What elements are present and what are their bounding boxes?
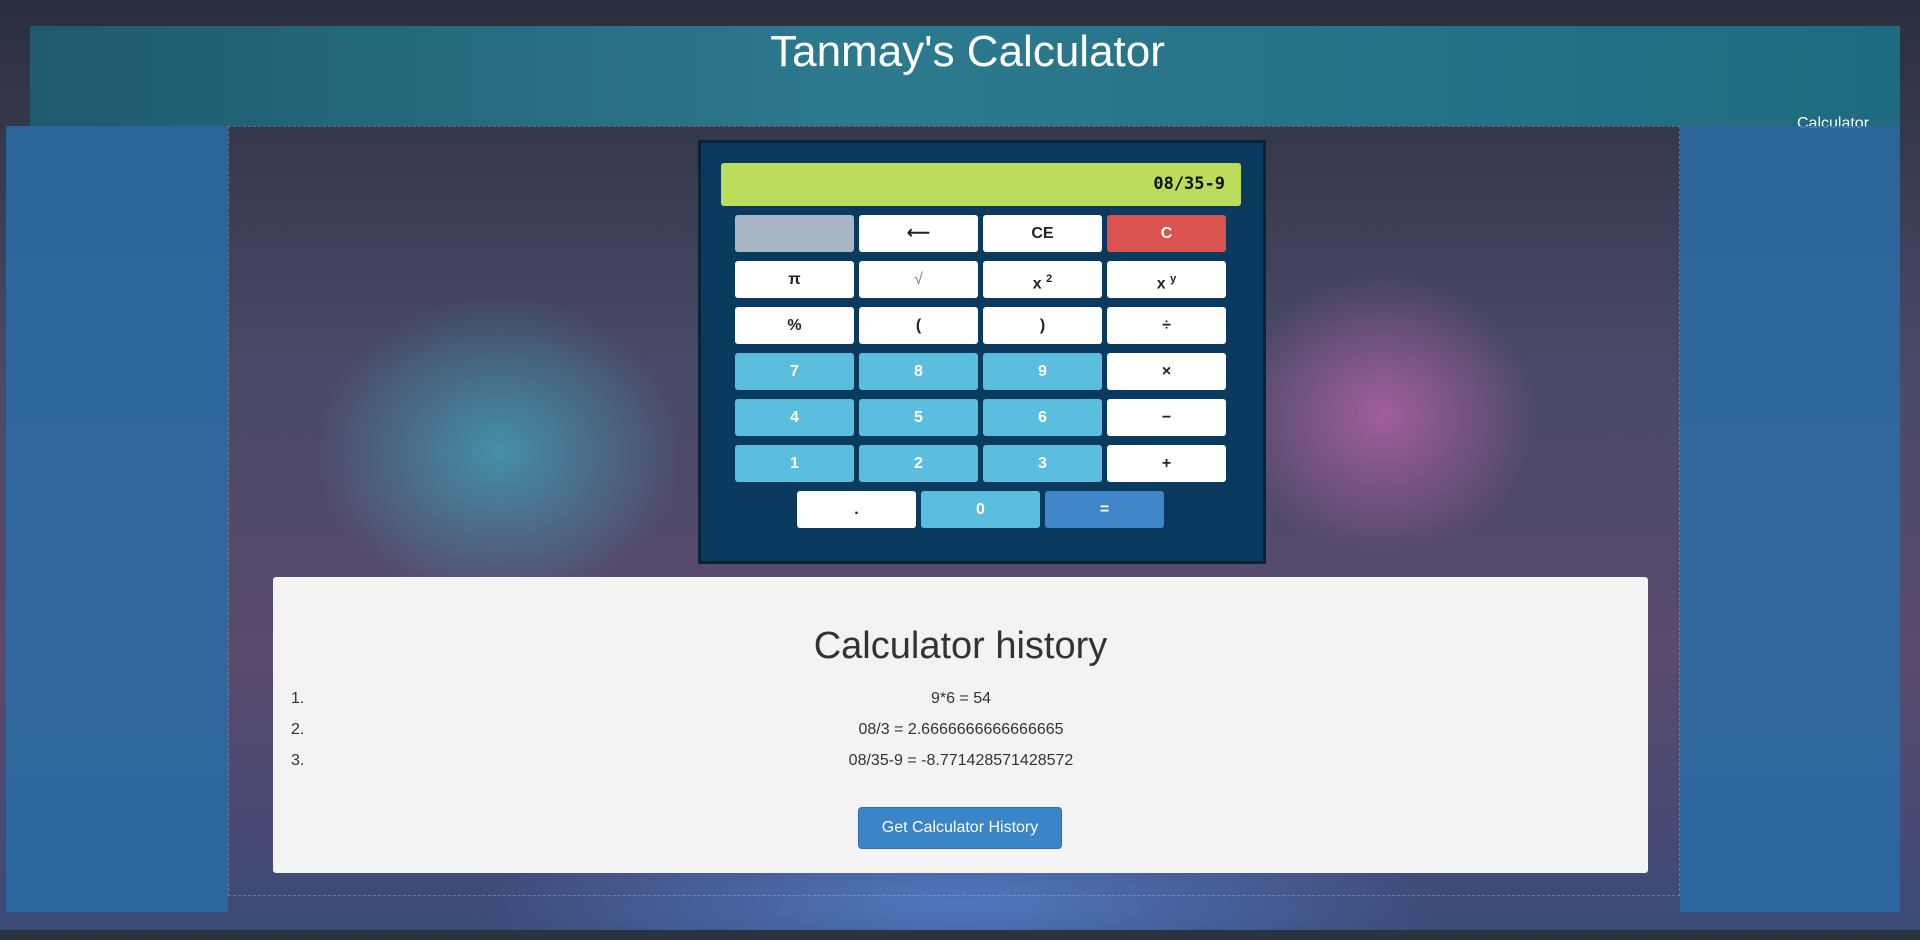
digit-4-key[interactable]: 4 (735, 399, 854, 436)
history-item-expression: 08/3 = 2.6666666666666665 (858, 721, 1064, 738)
decimal-key[interactable]: . (797, 491, 916, 528)
minus-key[interactable]: − (1107, 399, 1226, 436)
history-list: 1. 9*6 = 54 2. 08/3 = 2.6666666666666665… (291, 683, 1631, 776)
square-key-exponent: 2 (1046, 273, 1053, 285)
blank-key[interactable] (735, 215, 854, 252)
equals-key[interactable]: = (1045, 491, 1164, 528)
calculator-display: 08/35-9 (721, 163, 1241, 206)
history-item-expression: 9*6 = 54 (930, 690, 992, 707)
digit-2-key[interactable]: 2 (859, 445, 978, 482)
percent-key[interactable]: % (735, 307, 854, 344)
calculator: 08/35-9 ⟵ CE C π √ x 2 x y % ( ) ÷ 7 8 9… (698, 140, 1266, 564)
digit-1-key[interactable]: 1 (735, 445, 854, 482)
square-key[interactable]: x 2 (983, 261, 1102, 298)
history-item-number: 2. (291, 721, 305, 738)
sqrt-key[interactable]: √ (859, 261, 978, 298)
digit-9-key[interactable]: 9 (983, 353, 1102, 390)
history-title: Calculator history (813, 625, 1108, 667)
open-paren-key[interactable]: ( (859, 307, 978, 344)
history-item: 3. 08/35-9 = -8.771428571428572 (291, 745, 1631, 776)
page-title: Tanmay's Calculator (770, 27, 1165, 76)
divide-key[interactable]: ÷ (1107, 307, 1226, 344)
digit-6-key[interactable]: 6 (983, 399, 1102, 436)
power-key[interactable]: x y (1107, 261, 1226, 298)
get-history-button[interactable]: Get Calculator History (858, 807, 1062, 849)
close-paren-key[interactable]: ) (983, 307, 1102, 344)
left-panel (6, 126, 228, 912)
digit-0-key[interactable]: 0 (921, 491, 1040, 528)
clear-entry-key[interactable]: CE (983, 215, 1102, 252)
right-panel (1680, 126, 1900, 912)
multiply-key[interactable]: × (1107, 353, 1226, 390)
digit-7-key[interactable]: 7 (735, 353, 854, 390)
digit-3-key[interactable]: 3 (983, 445, 1102, 482)
power-key-base: x (1156, 275, 1166, 293)
history-item-number: 1. (291, 690, 305, 707)
history-item-expression: 08/35-9 = -8.771428571428572 (848, 752, 1074, 769)
history-item: 1. 9*6 = 54 (291, 683, 1631, 714)
square-key-base: x (1032, 275, 1042, 293)
taskbar-strip (0, 930, 1920, 940)
history-item-number: 3. (291, 752, 305, 769)
history-panel: Calculator history 1. 9*6 = 54 2. 08/3 =… (273, 577, 1648, 873)
digit-8-key[interactable]: 8 (859, 353, 978, 390)
history-item: 2. 08/3 = 2.6666666666666665 (291, 714, 1631, 745)
digit-5-key[interactable]: 5 (859, 399, 978, 436)
clear-key[interactable]: C (1107, 215, 1226, 252)
plus-key[interactable]: + (1107, 445, 1226, 482)
power-key-exponent: y (1170, 273, 1177, 285)
backspace-key[interactable]: ⟵ (859, 215, 978, 252)
pi-key[interactable]: π (735, 261, 854, 298)
